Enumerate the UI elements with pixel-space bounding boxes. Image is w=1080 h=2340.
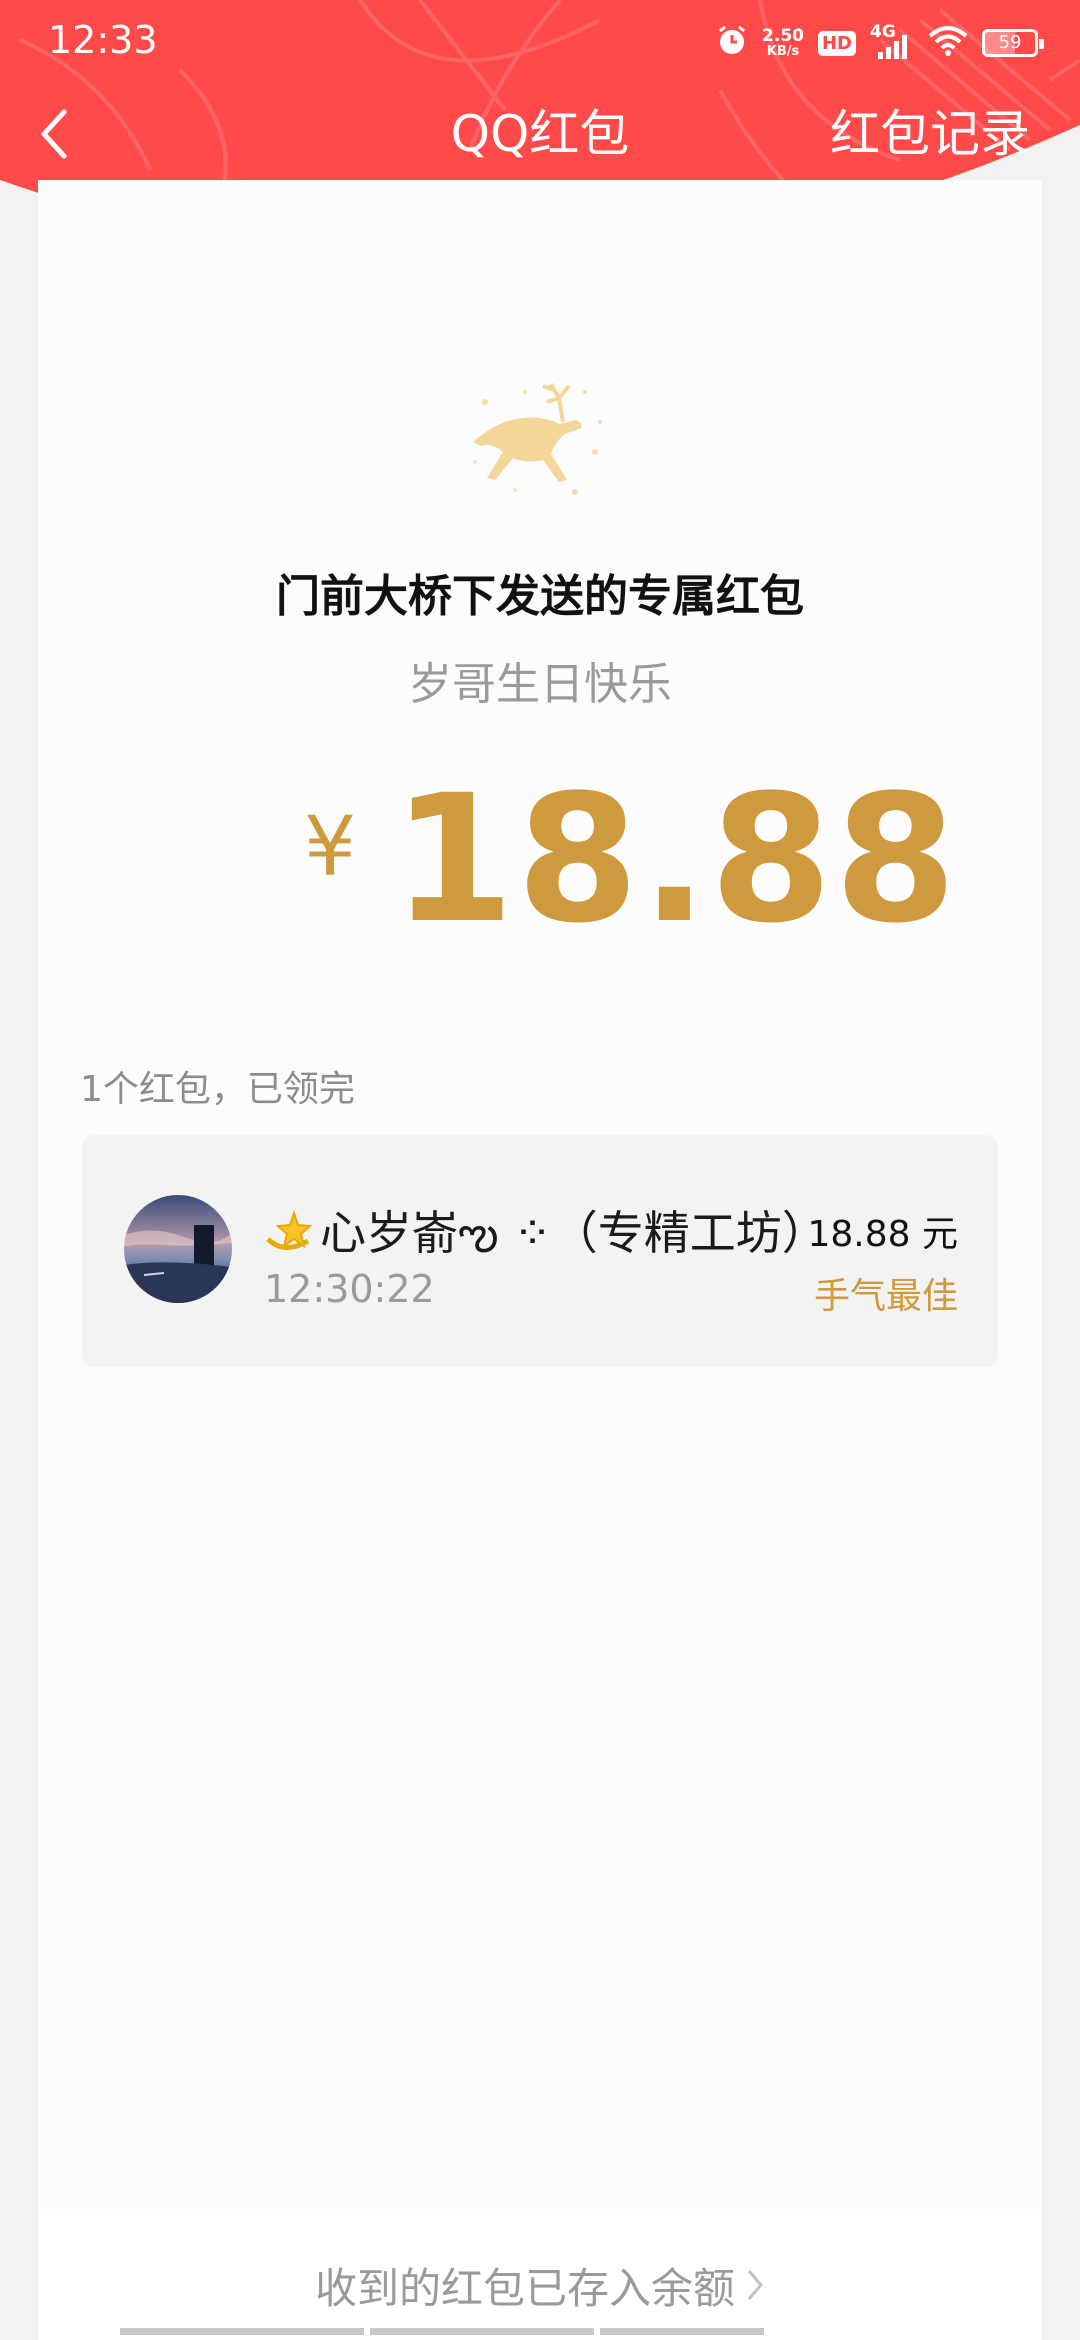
cellular-signal-icon: 4G <box>870 22 914 60</box>
chevron-right-icon <box>745 2264 765 2313</box>
net-speed-value: 2.50 <box>762 25 804 46</box>
gesture-bar-segment <box>120 2328 364 2335</box>
best-luck-badge: 手气最佳 <box>813 1276 958 1317</box>
nav-bar: QQ红包 红包记录 <box>0 84 1080 184</box>
status-time: 12:33 <box>48 18 158 62</box>
amount-display: ¥ 18.88 <box>0 770 1080 950</box>
gesture-bar <box>120 2328 960 2336</box>
red-packet-records-link[interactable]: 红包记录 <box>830 84 1030 184</box>
record-name: 心岁嵛ఌ︎ ⁘（专精工坊） <box>264 1197 828 1272</box>
sender-title: 门前大桥下发送的专属红包 <box>276 571 804 622</box>
alarm-icon <box>716 25 748 61</box>
deer-icon <box>455 362 615 512</box>
packet-summary: 1个红包，已领完 <box>80 1069 355 1110</box>
gesture-bar-segment <box>600 2328 764 2335</box>
hd-badge: HD <box>817 30 856 56</box>
battery-indicator: 59 <box>982 29 1044 57</box>
gesture-bar-segment <box>370 2328 594 2335</box>
dizzy-star-icon <box>264 1209 316 1255</box>
amount-value: 18.88 <box>392 757 959 962</box>
net-speed-unit: KB/s <box>766 43 800 59</box>
footer: 收到的红包已存入余额 <box>38 2215 1042 2340</box>
wifi-icon <box>928 25 968 61</box>
record-name-text: 心岁嵛ఌ︎ ⁘（专精工坊） <box>320 1206 828 1260</box>
balance-link-label: 收到的红包已存入余额 <box>314 2264 735 2313</box>
net-speed: 2.50 KB/s <box>762 25 804 59</box>
record-amount: 18.88 元 <box>807 1214 958 1255</box>
greeting-message: 岁哥生日快乐 <box>408 659 672 710</box>
currency-symbol: ¥ <box>304 800 357 895</box>
status-bar: 12:33 2.50 KB/s HD 4G 59 <box>0 0 1080 84</box>
balance-link[interactable]: 收到的红包已存入余额 <box>38 2255 1042 2316</box>
avatar[interactable] <box>124 1195 232 1303</box>
record-time: 12:30:22 <box>264 1267 435 1311</box>
status-icons: 2.50 KB/s HD 4G 59 <box>716 22 1044 64</box>
list-item[interactable]: 心岁嵛ఌ︎ ⁘（专精工坊） 12:30:22 18.88 元 手气最佳 <box>82 1135 998 1367</box>
